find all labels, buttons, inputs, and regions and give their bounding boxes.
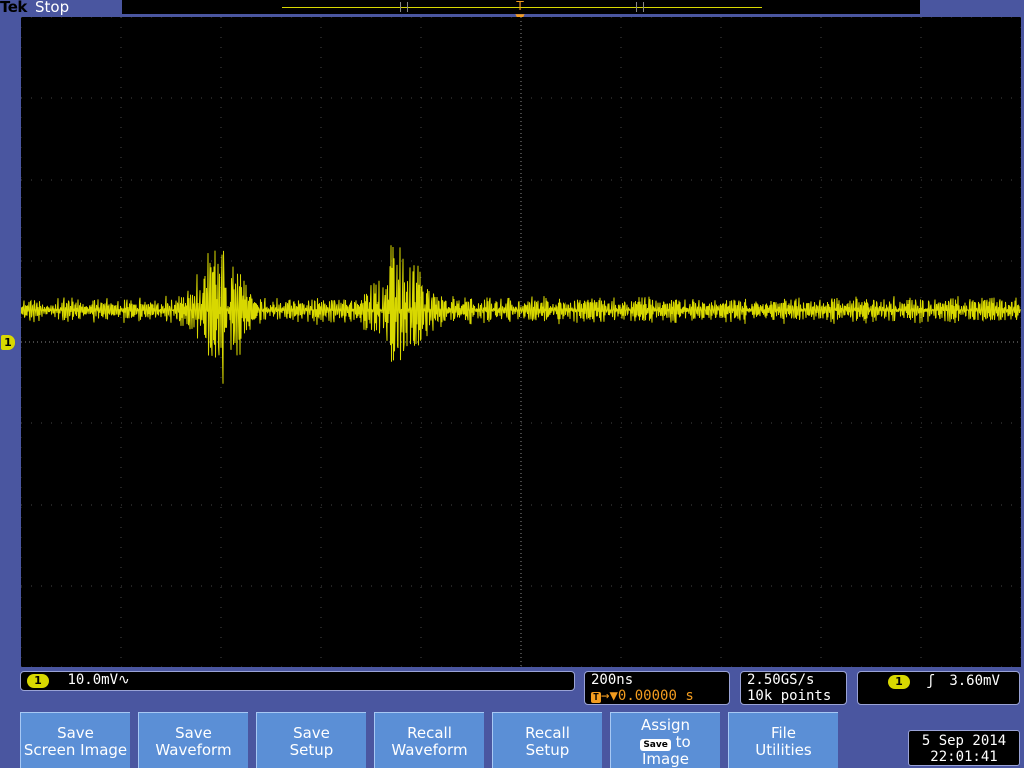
save-setup-button[interactable]: Save Setup — [256, 712, 366, 768]
softkey-label: to — [675, 733, 691, 751]
softkey-label: Screen Image — [23, 741, 128, 759]
trigger-position-label: T — [516, 0, 524, 13]
trigger-level: 3.60mV — [949, 673, 1000, 689]
softkey-label: Setup — [289, 741, 334, 759]
acquisition-readout[interactable]: 2.50GS/s 10k points — [740, 671, 847, 705]
trigger-readout[interactable]: 1 ʃ 3.60mV — [857, 671, 1020, 705]
channel1-chip: 1 — [27, 674, 49, 688]
timebase-readout[interactable]: 200ns T →▼0.00000 s — [584, 671, 730, 705]
save-waveform-button[interactable]: Save Waveform — [138, 712, 248, 768]
softkey-label: Image — [642, 750, 689, 768]
time-label: 22:01:41 — [930, 749, 998, 765]
trigger-slope-icon: ʃ — [926, 673, 935, 689]
softkey-label: Waveform — [155, 741, 232, 759]
softkey-label: Assign — [640, 716, 691, 734]
acquisition-status: Stop — [35, 0, 70, 16]
coupling-icon: ∿ — [118, 672, 130, 688]
softkey-label: Setup — [525, 741, 570, 759]
channel1-scale: 10.0mV — [67, 672, 119, 688]
horizontal-position: →▼0.00000 s — [601, 688, 694, 704]
softkey-label: Waveform — [391, 741, 468, 759]
softkey-label: Recall — [407, 724, 452, 742]
record-length: 10k points — [747, 688, 832, 704]
assign-save-button[interactable]: Assign Save to Image — [610, 712, 720, 768]
horizontal-scale: 200ns — [591, 672, 634, 688]
date-label: 5 Sep 2014 — [921, 733, 1007, 749]
date-time-display: 5 Sep 2014 22:01:41 — [908, 730, 1020, 766]
trigger-position-chip: T — [591, 692, 602, 703]
recall-setup-button[interactable]: Recall Setup — [492, 712, 602, 768]
channel1-ground-marker[interactable]: 1 — [1, 335, 15, 350]
trigger-source-chip: 1 — [888, 675, 910, 689]
brand-label: Tek — [0, 0, 27, 16]
softkey-label: Utilities — [755, 741, 812, 759]
status-bar: Tek Stop — [0, 0, 1024, 16]
sample-rate: 2.50GS/s — [747, 672, 815, 688]
softkey-label: Save — [175, 724, 212, 742]
record-bracket-left — [400, 2, 408, 12]
record-bracket-right — [636, 2, 644, 12]
softkey-label: File — [770, 724, 797, 742]
softkey-label: Save — [57, 724, 94, 742]
softkey-label: Recall — [525, 724, 570, 742]
waveform-trace — [21, 245, 1021, 384]
channel1-readout[interactable]: 1 10.0mV∿ — [20, 671, 575, 691]
recall-waveform-button[interactable]: Recall Waveform — [374, 712, 484, 768]
save-screen-image-button[interactable]: Save Screen Image — [20, 712, 130, 768]
softkey-label: Save — [293, 724, 330, 742]
file-utilities-button[interactable]: File Utilities — [728, 712, 838, 768]
